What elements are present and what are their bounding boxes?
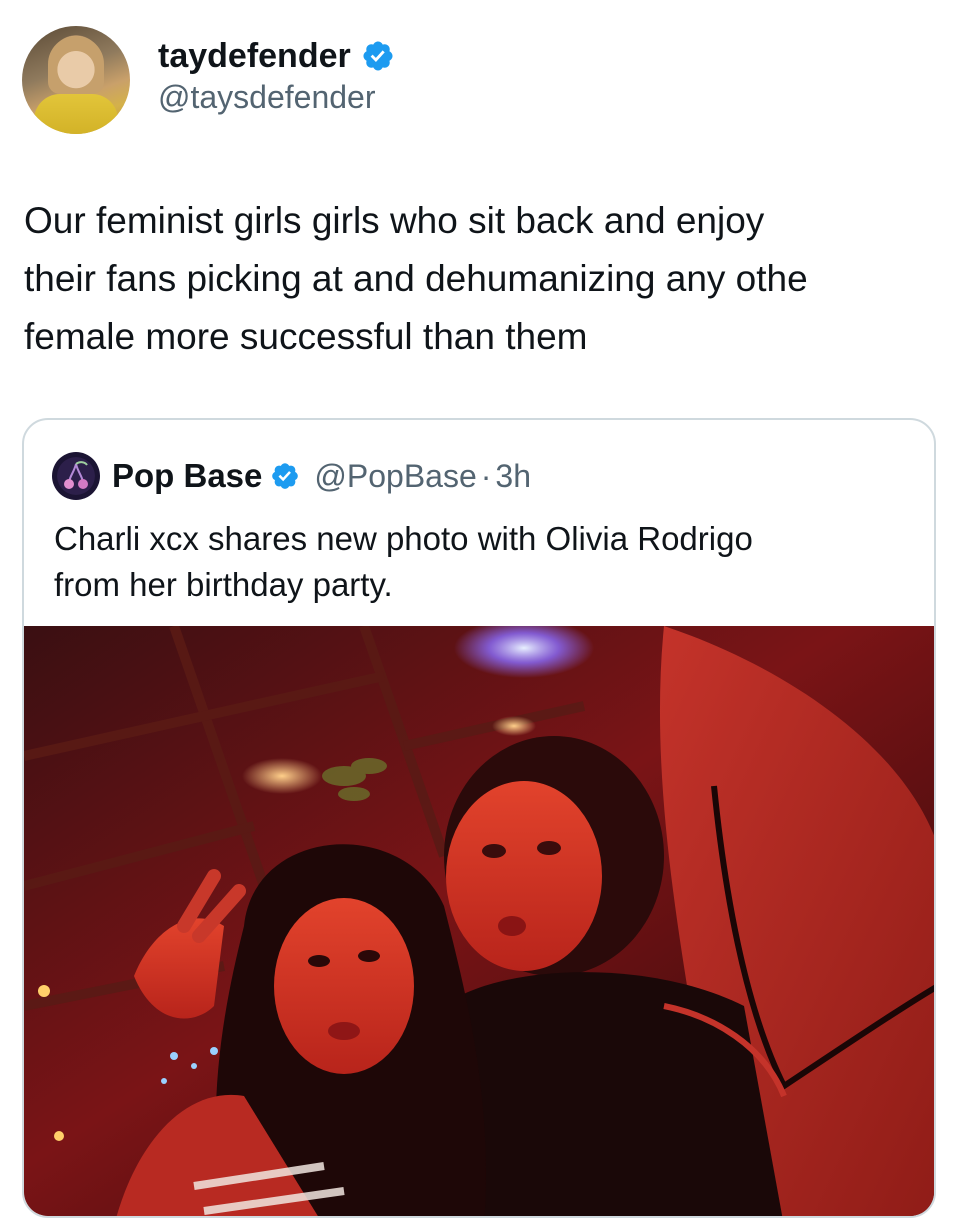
quoted-author-handle[interactable]: @PopBase bbox=[314, 458, 476, 495]
quoted-post-timestamp[interactable]: 3h bbox=[495, 458, 531, 495]
avatar-hair bbox=[48, 36, 104, 94]
quoted-post-text-content: Charli xcx shares new photo with Olivia … bbox=[54, 520, 753, 603]
verified-badge-icon bbox=[272, 463, 299, 489]
avatar-shirt bbox=[34, 94, 118, 134]
author-display-name[interactable]: taydefender bbox=[158, 35, 351, 77]
verified-badge-icon bbox=[363, 41, 393, 71]
author-handle[interactable]: @taysdefender bbox=[158, 77, 395, 117]
quoted-post-card[interactable]: Pop Base @PopBase · 3h Charli xcx shares… bbox=[22, 418, 936, 1218]
quoted-author-display-name[interactable]: Pop Base bbox=[112, 457, 262, 495]
quoted-author-avatar[interactable] bbox=[52, 452, 100, 500]
quoted-post-text: Charli xcx shares new photo with Olivia … bbox=[54, 516, 914, 608]
post-text: Our feminist girls girls who sit back an… bbox=[24, 200, 808, 357]
quoted-post-header: Pop Base @PopBase · 3h bbox=[52, 452, 531, 500]
post-header: taydefender @taysdefender bbox=[22, 24, 395, 136]
party-photo-image bbox=[24, 626, 934, 1216]
author-display-row: taydefender bbox=[158, 35, 395, 77]
author-avatar[interactable] bbox=[22, 26, 130, 134]
cherry-logo-icon bbox=[64, 461, 88, 489]
separator-dot: · bbox=[480, 457, 492, 494]
author-names: taydefender @taysdefender bbox=[158, 35, 395, 117]
quoted-post-photo[interactable] bbox=[24, 626, 934, 1216]
